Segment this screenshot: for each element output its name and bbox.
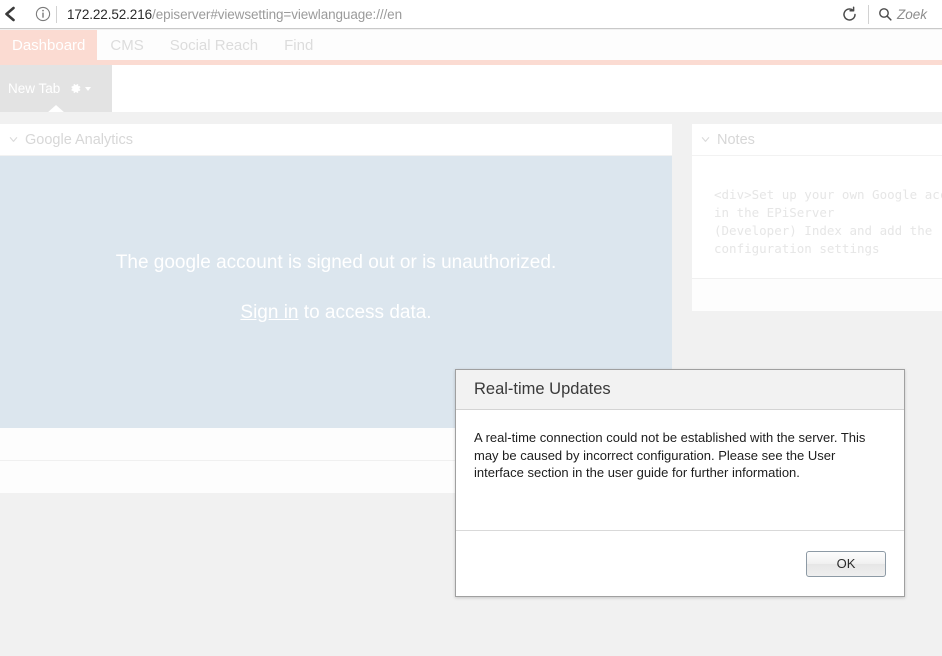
url-path: /episerver#viewsetting=viewlanguage:///e… bbox=[152, 6, 402, 22]
gear-icon[interactable] bbox=[69, 82, 82, 95]
browser-toolbar: 172.22.52.216/episerver#viewsetting=view… bbox=[0, 0, 942, 29]
chevron-down-icon[interactable] bbox=[5, 132, 21, 148]
gadget-title: Google Analytics bbox=[25, 131, 134, 148]
dashboard-tab-strip: New Tab bbox=[0, 65, 942, 113]
tab-label: New Tab bbox=[8, 81, 61, 96]
nav-item-label: Social Reach bbox=[169, 36, 259, 54]
dialog-footer: OK bbox=[456, 530, 904, 596]
gadget-footer-notes bbox=[692, 278, 942, 311]
back-arrow-icon bbox=[5, 6, 15, 22]
nav-item-social-reach[interactable]: Social Reach bbox=[157, 30, 271, 60]
notes-content: <div>Set up your own Google account in t… bbox=[714, 187, 942, 256]
site-info-button[interactable] bbox=[30, 0, 56, 29]
global-navigation: Dashboard CMS Social Reach Find bbox=[0, 30, 942, 60]
search-placeholder-text: Zoek bbox=[897, 6, 928, 22]
nav-item-label: Dashboard bbox=[12, 36, 86, 54]
back-button[interactable] bbox=[0, 0, 26, 29]
reload-icon bbox=[842, 6, 856, 21]
search-field[interactable]: Zoek bbox=[869, 0, 942, 29]
chevron-down-icon[interactable] bbox=[85, 86, 92, 91]
gadget-body-notes[interactable]: <div>Set up your own Google account in t… bbox=[692, 156, 942, 278]
ga-unauthorized-message: The google account is signed out or is u… bbox=[115, 252, 557, 273]
gadget-title: Notes bbox=[717, 131, 755, 148]
nav-item-label: Find bbox=[284, 36, 314, 54]
nav-item-label: CMS bbox=[110, 36, 144, 54]
dialog-message: A real-time connection could not be esta… bbox=[474, 430, 866, 480]
search-icon bbox=[879, 8, 892, 21]
ok-button[interactable]: OK bbox=[806, 550, 886, 577]
chevron-down-icon[interactable] bbox=[697, 132, 713, 148]
address-bar[interactable]: 172.22.52.216/episerver#viewsetting=view… bbox=[57, 0, 832, 29]
dialog-titlebar: Real-time Updates bbox=[456, 370, 904, 410]
gadget-notes: Notes <div>Set up your own Google accoun… bbox=[692, 124, 942, 311]
nav-item-dashboard[interactable]: Dashboard bbox=[0, 30, 98, 60]
info-circle-icon bbox=[35, 6, 51, 22]
sign-in-link[interactable]: Sign in bbox=[240, 302, 298, 323]
ga-signin-suffix: to access data. bbox=[298, 301, 432, 323]
dialog-body: A real-time connection could not be esta… bbox=[456, 410, 904, 530]
reload-button[interactable] bbox=[832, 0, 866, 29]
url-host: 172.22.52.216 bbox=[67, 6, 153, 22]
dialog-title: Real-time Updates bbox=[474, 380, 611, 398]
gadget-header-google-analytics[interactable]: Google Analytics bbox=[0, 124, 672, 156]
real-time-updates-dialog: Real-time Updates A real-time connection… bbox=[455, 369, 905, 597]
tab-new-tab[interactable]: New Tab bbox=[0, 65, 112, 113]
nav-item-find[interactable]: Find bbox=[271, 30, 326, 60]
nav-item-cms[interactable]: CMS bbox=[97, 30, 156, 60]
ga-signin-line: Sign in to access data. bbox=[240, 302, 431, 324]
gadget-header-notes[interactable]: Notes bbox=[692, 124, 942, 156]
